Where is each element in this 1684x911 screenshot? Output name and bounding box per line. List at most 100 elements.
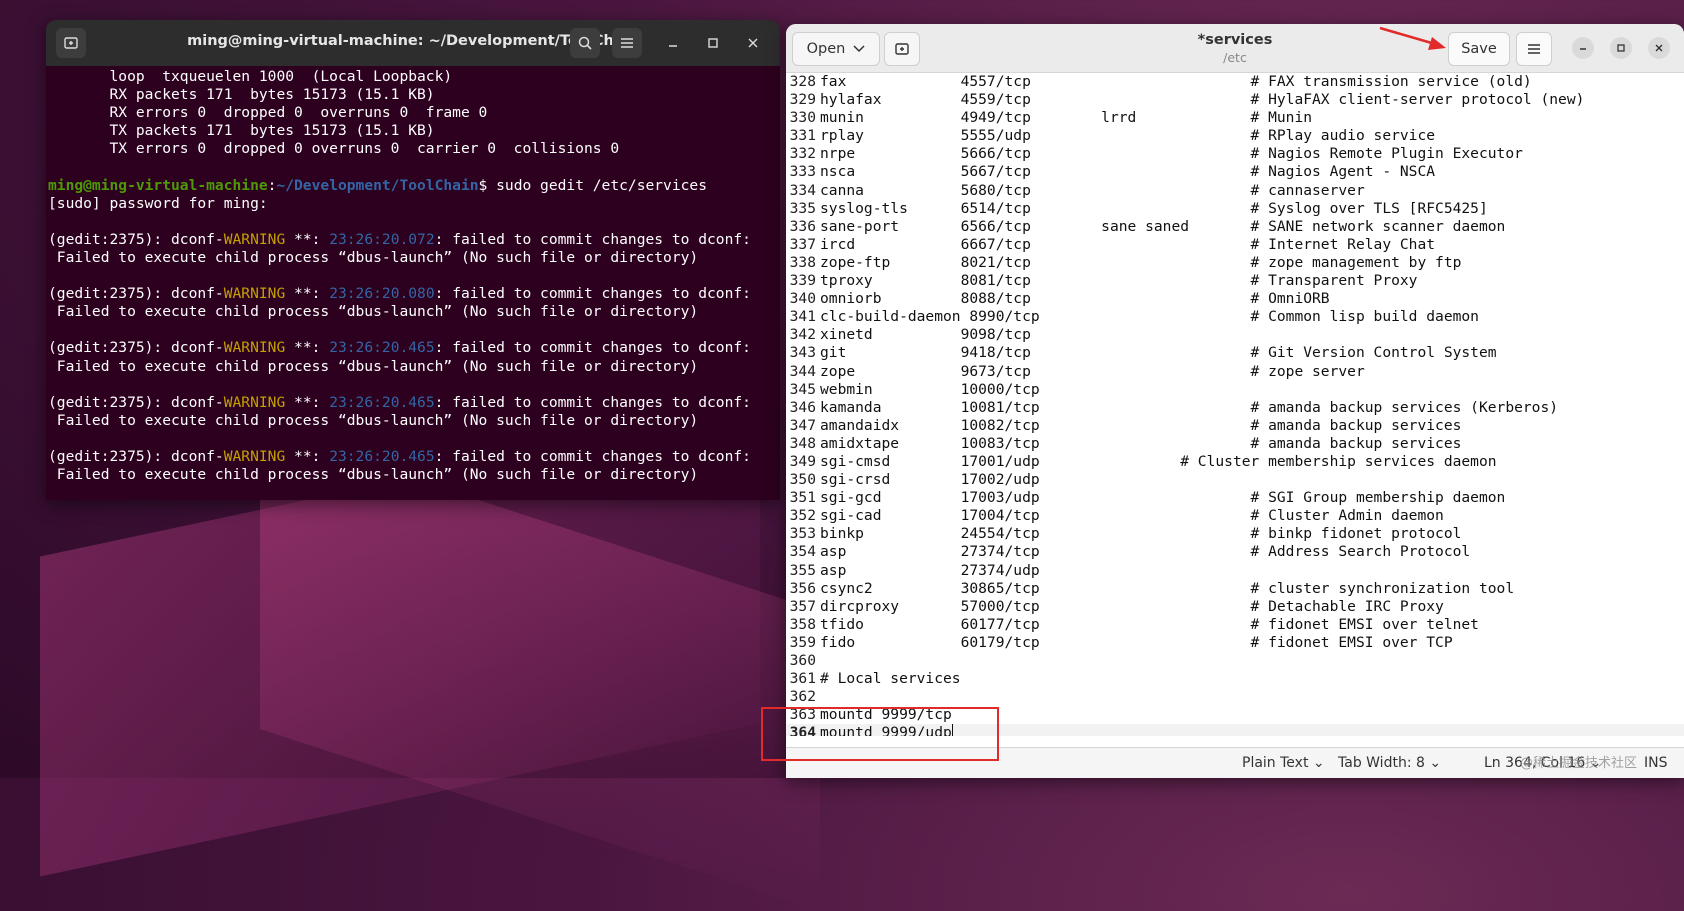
line-number: 329 bbox=[789, 91, 816, 109]
chevron-down-icon: ⌄ bbox=[1429, 755, 1442, 771]
editor-line[interactable]: 329 hylafax 4559/tcp # HylaFAX client-ser… bbox=[786, 91, 1684, 109]
editor-line[interactable]: 331 rplay 5555/udp # RPlay audio service bbox=[786, 127, 1684, 145]
terminal-line: ming@ming-virtual-machine:~/Development/… bbox=[48, 177, 780, 195]
editor-line[interactable]: 340 omniorb 8088/tcp # OmniORB bbox=[786, 290, 1684, 308]
line-number: 345 bbox=[789, 380, 816, 398]
editor-line[interactable]: 334 canna 5680/tcp # cannaserver bbox=[786, 182, 1684, 200]
line-text: omniorb 8088/tcp # OmniORB bbox=[820, 290, 1330, 308]
terminal-line: loop txqueuelen 1000 (Local Loopback) bbox=[48, 68, 780, 86]
warning-timestamp: 23:26:20.465 bbox=[329, 339, 435, 357]
line-number: 328 bbox=[789, 73, 816, 90]
editor-line[interactable]: 362 bbox=[786, 688, 1684, 706]
line-text: webmin 10000/tcp bbox=[820, 381, 1040, 399]
line-number: 334 bbox=[789, 181, 816, 199]
line-number: 333 bbox=[789, 163, 816, 181]
terminal-text: RX packets 171 bytes 15173 (15.1 KB) bbox=[48, 86, 435, 104]
line-content: nrpe 5666/tcp # Nagios Remote Plugin Exe… bbox=[820, 145, 1523, 163]
editor-line[interactable]: 332 nrpe 5666/tcp # Nagios Remote Plugin … bbox=[786, 145, 1684, 163]
line-number: 341 bbox=[789, 308, 816, 326]
editor-line[interactable]: 349 sgi-cmsd 17001/udp # Cluster membersh… bbox=[786, 453, 1684, 471]
hamburger-menu-icon[interactable] bbox=[1516, 32, 1552, 66]
terminal-text: Failed to execute child process “dbus-la… bbox=[48, 466, 699, 484]
editor-line[interactable]: 357 dircproxy 57000/tcp # Detachable IRC … bbox=[786, 598, 1684, 616]
terminal-text: RX errors 0 dropped 0 overruns 0 frame 0 bbox=[48, 104, 488, 122]
editor-line[interactable]: 358 tfido 60177/tcp # fidonet EMSI over t… bbox=[786, 616, 1684, 634]
line-text: syslog-tls 6514/tcp # Syslog over TLS [R… bbox=[820, 200, 1488, 218]
line-text: rplay 5555/udp # RPlay audio service bbox=[820, 127, 1435, 145]
line-text: nsca 5667/tcp # Nagios Agent - NSCA bbox=[820, 163, 1435, 181]
line-content: munin 4949/tcp lrrd # Munin bbox=[820, 109, 1313, 127]
tab-width-selector[interactable]: Tab Width: 8 ⌄ bbox=[1338, 755, 1441, 771]
editor-line[interactable]: 348 amidxtape 10083/tcp # amanda backup s… bbox=[786, 435, 1684, 453]
editor-line[interactable]: 352 sgi-cad 17004/tcp # Cluster Admin dae… bbox=[786, 507, 1684, 525]
maximize-icon[interactable] bbox=[1610, 37, 1632, 59]
editor-line[interactable]: 344 zope 9673/tcp # zope server bbox=[786, 363, 1684, 381]
terminal-output[interactable]: loop txqueuelen 1000 (Local Loopback) RX… bbox=[46, 68, 780, 500]
warning-message: : failed to commit changes to dconf: bbox=[434, 447, 751, 465]
editor-line[interactable]: 343 git 9418/tcp # Git Version Control Sy… bbox=[786, 344, 1684, 362]
warning-message: : failed to commit changes to dconf: bbox=[434, 285, 751, 303]
terminal-titlebar[interactable]: ming@ming-virtual-machine: ~/Development… bbox=[46, 20, 780, 66]
editor-line[interactable]: 330 munin 4949/tcp lrrd # Munin bbox=[786, 109, 1684, 127]
line-content: fido 60179/tcp # fidonet EMSI over TCP bbox=[820, 633, 1453, 651]
editor-line[interactable]: 342 xinetd 9098/tcp bbox=[786, 326, 1684, 344]
editor-line[interactable]: 345 webmin 10000/tcp bbox=[786, 381, 1684, 399]
editor-line[interactable]: 336 sane-port 6566/tcp sane saned # SANE … bbox=[786, 218, 1684, 236]
editor-line[interactable]: 350 sgi-crsd 17002/udp bbox=[786, 471, 1684, 489]
line-number: 337 bbox=[789, 235, 816, 253]
terminal-line: RX packets 171 bytes 15173 (15.1 KB) bbox=[48, 86, 780, 104]
line-number: 350 bbox=[789, 471, 816, 489]
language-selector[interactable]: Plain Text ⌄ bbox=[1242, 755, 1325, 771]
close-icon[interactable] bbox=[1648, 37, 1670, 59]
warning-label: WARNING bbox=[223, 339, 286, 357]
maximize-icon[interactable] bbox=[698, 28, 728, 58]
gedit-window[interactable]: Open *services /etc Save 328 fax 4557/tcp… bbox=[786, 24, 1684, 778]
editor-line[interactable]: 339 tproxy 8081/tcp # Transparent Proxy bbox=[786, 272, 1684, 290]
editor-line[interactable]: 351 sgi-gcd 17003/udp # SGI Group members… bbox=[786, 489, 1684, 507]
minimize-icon[interactable] bbox=[1572, 37, 1594, 59]
insert-mode[interactable]: INS bbox=[1644, 755, 1668, 771]
editor-line[interactable]: 360 bbox=[786, 652, 1684, 670]
gedit-headerbar[interactable]: Open *services /etc Save bbox=[786, 24, 1684, 73]
editor-line[interactable]: 353 binkp 24554/tcp # binkp fidonet proto… bbox=[786, 525, 1684, 543]
line-number: 347 bbox=[789, 416, 816, 434]
line-text: amidxtape 10083/tcp # amanda backup serv… bbox=[820, 435, 1461, 453]
minimize-icon[interactable] bbox=[658, 28, 688, 58]
warning-label: WARNING bbox=[223, 285, 286, 303]
line-content: omniorb 8088/tcp # OmniORB bbox=[820, 290, 1330, 308]
text-editor[interactable]: 328 fax 4557/tcp # FAX transmission servi… bbox=[786, 73, 1684, 736]
save-button[interactable]: Save bbox=[1448, 32, 1510, 66]
line-number: 351 bbox=[789, 489, 816, 507]
warning-separator: **: bbox=[285, 230, 330, 248]
editor-line[interactable]: 347 amandaidx 10082/tcp # amanda backup s… bbox=[786, 417, 1684, 435]
line-text: asp 27374/udp bbox=[820, 562, 1040, 580]
terminal-text: loop txqueuelen 1000 (Local Loopback) bbox=[48, 68, 453, 85]
editor-line[interactable]: 328 fax 4557/tcp # FAX transmission servi… bbox=[786, 73, 1684, 91]
warning-prefix: (gedit:2375): dconf- bbox=[48, 339, 224, 357]
line-content: sgi-crsd 17002/udp bbox=[820, 471, 1040, 489]
editor-line[interactable]: 346 kamanda 10081/tcp # amanda backup ser… bbox=[786, 399, 1684, 417]
line-text: dircproxy 57000/tcp # Detachable IRC Pro… bbox=[820, 598, 1444, 616]
editor-line[interactable]: 333 nsca 5667/tcp # Nagios Agent - NSCA bbox=[786, 163, 1684, 181]
line-text: hylafax 4559/tcp # HylaFAX client-server… bbox=[820, 91, 1584, 109]
terminal-window[interactable]: ming@ming-virtual-machine: ~/Development… bbox=[46, 20, 780, 500]
editor-line[interactable]: 354 asp 27374/tcp # Address Search Protoc… bbox=[786, 543, 1684, 561]
hamburger-menu-icon[interactable] bbox=[612, 28, 642, 58]
search-icon[interactable] bbox=[570, 28, 600, 58]
editor-line[interactable]: 335 syslog-tls 6514/tcp # Syslog over TLS… bbox=[786, 200, 1684, 218]
close-icon[interactable] bbox=[738, 28, 768, 58]
editor-line[interactable]: 338 zope-ftp 8021/tcp # zope management b… bbox=[786, 254, 1684, 272]
editor-line[interactable]: 337 ircd 6667/tcp # Internet Relay Chat bbox=[786, 236, 1684, 254]
line-content: # Local services bbox=[820, 670, 961, 688]
editor-line[interactable]: 359 fido 60179/tcp # fidonet EMSI over TC… bbox=[786, 634, 1684, 652]
line-number: 348 bbox=[789, 434, 816, 452]
line-content: syslog-tls 6514/tcp # Syslog over TLS [R… bbox=[820, 199, 1488, 217]
editor-line[interactable]: 341 clc-build-daemon 8990/tcp # Common li… bbox=[786, 308, 1684, 326]
line-content: binkp 24554/tcp # binkp fidonet protocol bbox=[820, 525, 1462, 543]
line-number: 331 bbox=[789, 127, 816, 145]
editor-line[interactable]: 355 asp 27374/udp bbox=[786, 562, 1684, 580]
editor-line[interactable]: 356 csync2 30865/tcp # cluster synchroniz… bbox=[786, 580, 1684, 598]
editor-line[interactable]: 361 # Local services bbox=[786, 670, 1684, 688]
